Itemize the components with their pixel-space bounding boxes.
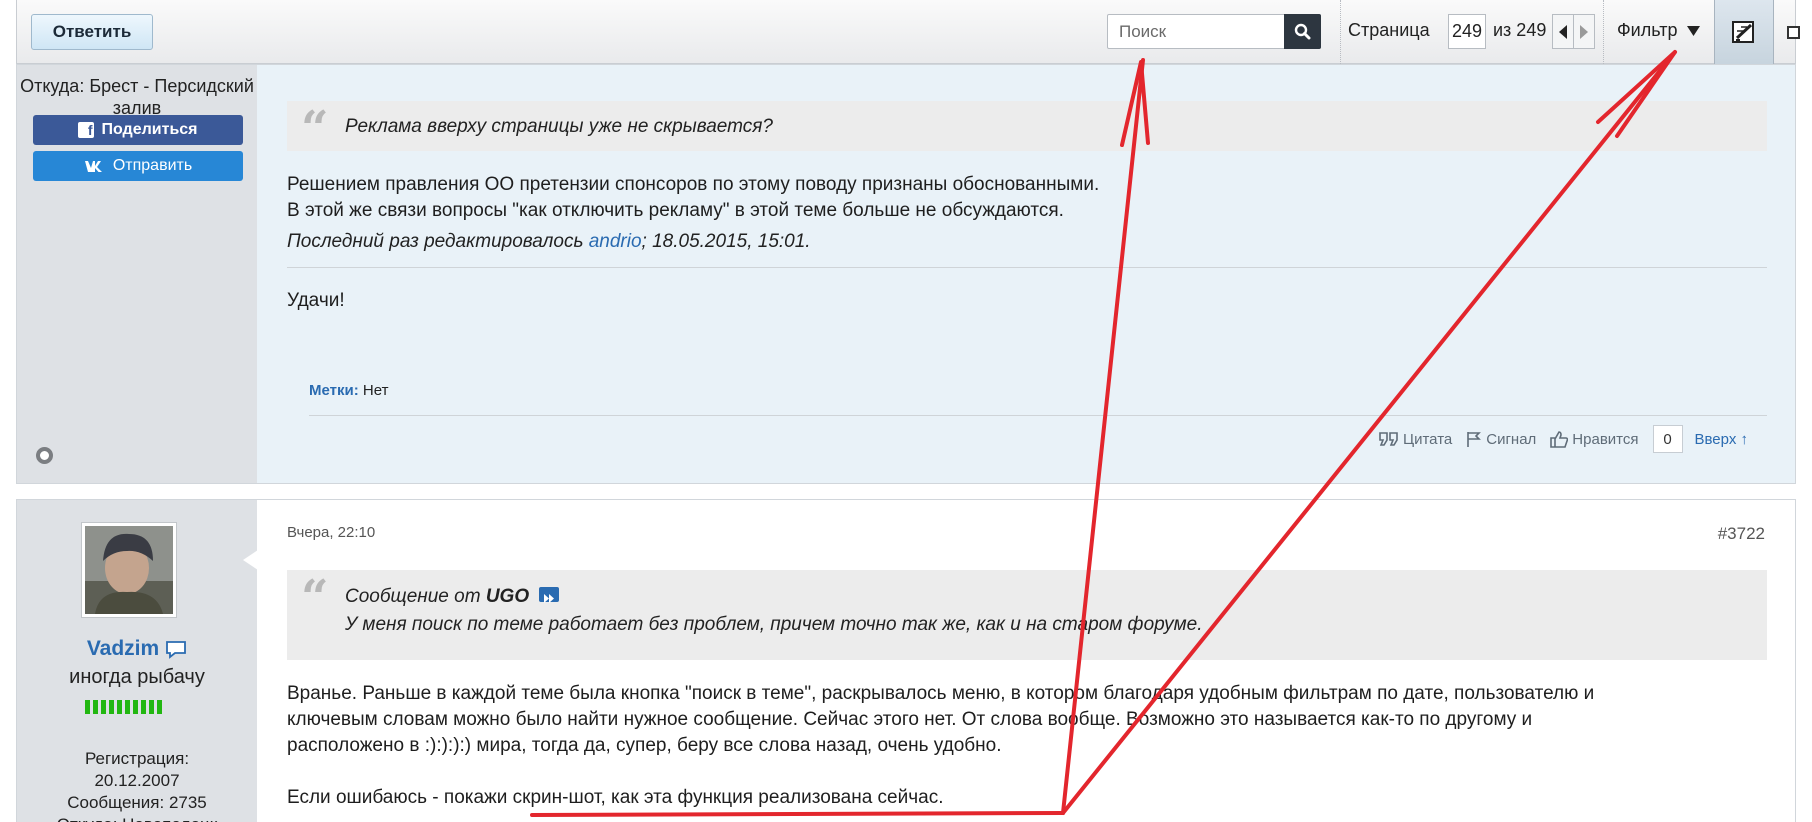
quote-mark-icon: “ <box>301 101 329 157</box>
registration-date: 20.12.2007 <box>94 771 180 790</box>
online-status-icon <box>36 447 53 464</box>
avatar-image <box>85 526 173 614</box>
post-body-line: расположено в :):):):) мира, тогда да, с… <box>287 735 1002 756</box>
quote-action-label: Цитата <box>1403 430 1453 448</box>
edited-prefix: Последний раз редактировалось <box>287 231 589 252</box>
post-actions: Цитата Сигнал Нравится 0 Вверх ↑ <box>1379 425 1748 453</box>
triangle-left-icon <box>1559 24 1567 39</box>
tags-label: Метки: <box>309 382 359 399</box>
edit-mode-button[interactable] <box>1714 0 1774 64</box>
forum-post: Vadzim иногда рыбачу Регистрация: 20.12.… <box>16 499 1796 822</box>
maximize-icon[interactable] <box>1787 26 1800 39</box>
forum-post: Откуда: Брест - Персидский залив f Подел… <box>16 64 1796 484</box>
divider <box>287 267 1767 268</box>
search-icon <box>1294 23 1311 40</box>
post-user-info: Откуда: Брест - Персидский залив f Подел… <box>17 65 257 483</box>
share-facebook-button[interactable]: f Поделиться <box>33 115 243 145</box>
quote-header: Сообщение от UGO <box>345 583 1749 611</box>
post-body-line: Решением правления ОО претензии спонсоро… <box>287 174 1100 195</box>
search-submit-button[interactable] <box>1284 14 1321 49</box>
toolbar-divider <box>1340 0 1341 64</box>
page-label: Страница <box>1348 20 1430 40</box>
quote-text: У меня поиск по теме работает без пробле… <box>345 614 1203 635</box>
post-body: Решением правления ОО претензии спонсоро… <box>287 172 1099 224</box>
post-tags: Метки: Нет <box>309 382 388 399</box>
share-facebook-label: Поделиться <box>101 121 198 138</box>
filter-label: Фильтр <box>1617 20 1678 40</box>
user-location: Откуда: Брест - Персидский залив <box>20 76 254 118</box>
like-count: 0 <box>1652 425 1683 453</box>
facebook-icon: f <box>78 122 95 138</box>
thread-toolbar: Ответить Страница 249 из 249 Фильтр <box>16 0 1800 64</box>
reputation-bar <box>85 700 162 714</box>
post-closing: Удачи! <box>287 290 345 311</box>
avatar[interactable] <box>81 522 177 618</box>
back-to-top-link[interactable]: Вверх ↑ <box>1695 431 1749 448</box>
thread-search-input[interactable] <box>1108 15 1284 48</box>
post-content: “ Реклама вверху страницы уже не скрывае… <box>257 65 1795 483</box>
caret-down-icon <box>1687 25 1701 36</box>
report-action[interactable]: Сигнал <box>1466 431 1536 448</box>
reply-button[interactable]: Ответить <box>31 14 153 50</box>
username-link[interactable]: Vadzim <box>87 637 159 661</box>
user-stats: Регистрация: 20.12.2007 Сообщения: 2735 … <box>17 748 257 822</box>
chat-bubble-icon[interactable] <box>165 640 187 659</box>
post-date: Вчера, 22:10 <box>287 524 376 541</box>
quote-icon <box>1379 432 1398 446</box>
registration-label: Регистрация: <box>84 749 190 768</box>
user-location: Откуда: Новополоцк <box>17 814 257 822</box>
post-body-line: ключевым словам можно было найти нужное … <box>287 709 1533 730</box>
quote-block: “ Реклама вверху страницы уже не скрывае… <box>287 101 1767 157</box>
prev-page-button[interactable] <box>1552 14 1574 49</box>
post-number-link[interactable]: #3722 <box>1718 524 1765 544</box>
user-title: иногда рыбачу <box>69 666 205 688</box>
post-user-info: Vadzim иногда рыбачу Регистрация: 20.12.… <box>17 500 257 822</box>
vk-icon <box>84 160 102 172</box>
post-body: Вранье. Раньше в каждой теме была кнопка… <box>287 681 1594 811</box>
share-vk-label: Отправить <box>112 157 193 174</box>
thumbs-up-icon <box>1550 430 1569 448</box>
edited-user-link[interactable]: andrio <box>589 231 642 252</box>
share-vk-button[interactable]: Отправить <box>33 151 243 181</box>
post-body-line: Если ошибаюсь - покажи скрин-шот, как эт… <box>287 787 944 808</box>
like-action-label: Нравится <box>1572 430 1639 448</box>
filter-dropdown[interactable]: Фильтр <box>1617 20 1701 41</box>
quote-from-label: Сообщение от <box>345 586 481 607</box>
report-action-label: Сигнал <box>1486 430 1537 448</box>
view-post-icon[interactable] <box>539 587 560 604</box>
toolbar-divider <box>1603 0 1604 64</box>
quote-mark-icon: “ <box>301 570 329 626</box>
next-page-button[interactable] <box>1573 14 1595 49</box>
user-photo-icon <box>85 526 173 614</box>
divider <box>309 415 1767 416</box>
page-total: из 249 <box>1493 20 1547 40</box>
quote-action[interactable]: Цитата <box>1379 431 1452 448</box>
edited-note: Последний раз редактировалось andrio; 18… <box>287 231 811 253</box>
triangle-right-icon <box>1580 24 1588 39</box>
quote-text: Реклама вверху страницы уже не скрываетс… <box>345 116 773 137</box>
page-number-input[interactable]: 249 <box>1448 14 1486 49</box>
post-body-line: В этой же связи вопросы "как отключить р… <box>287 200 1064 221</box>
post-body-line: Вранье. Раньше в каждой теме была кнопка… <box>287 683 1595 704</box>
like-action[interactable]: Нравится <box>1550 430 1639 448</box>
thread-search-box <box>1107 14 1321 49</box>
flag-icon <box>1467 432 1482 447</box>
edit-icon <box>1732 21 1754 43</box>
tags-value: Нет <box>362 382 389 399</box>
quote-block: “ Сообщение от UGO У меня поиск по теме … <box>287 570 1767 660</box>
post-pointer <box>243 550 258 570</box>
message-count: Сообщения: 2735 <box>67 793 207 812</box>
edited-suffix: ; 18.05.2015, 15:01. <box>641 231 811 252</box>
post-content: Вчера, 22:10 #3722 “ Сообщение от UGO У … <box>257 500 1795 822</box>
quote-author: UGO <box>485 586 530 607</box>
username: Vadzim <box>17 637 257 661</box>
